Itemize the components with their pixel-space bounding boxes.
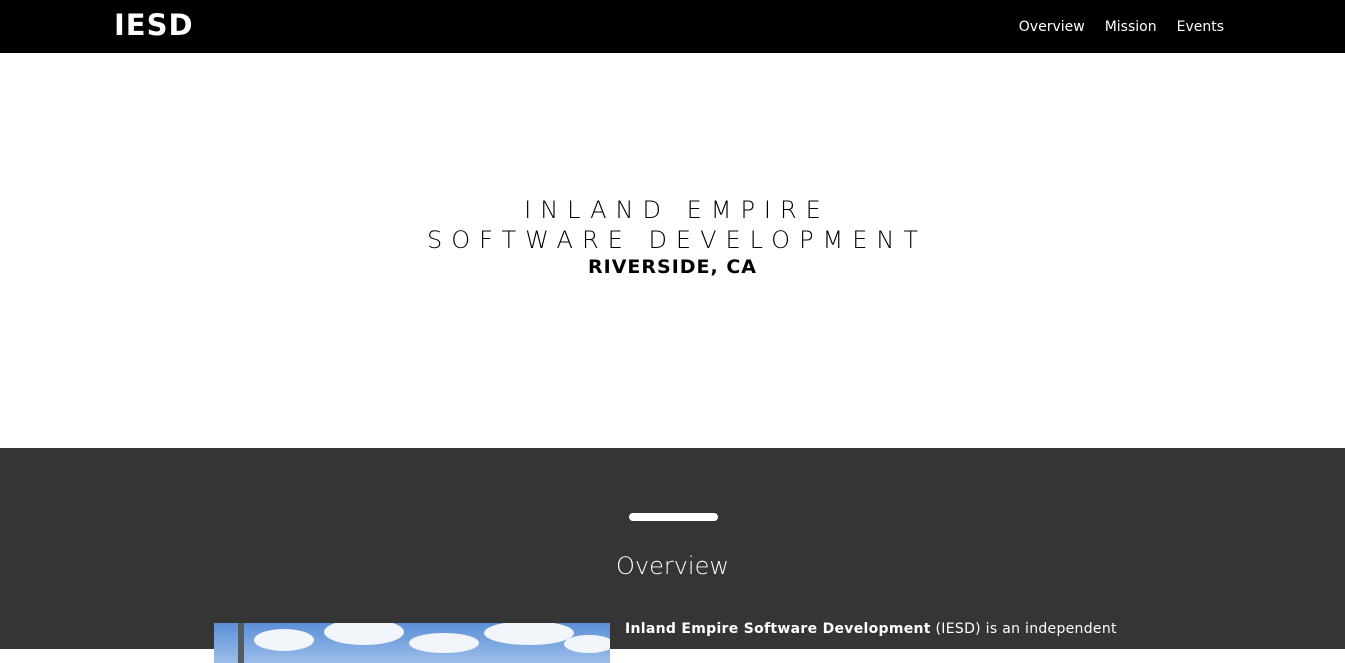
photo-cloud-shape bbox=[409, 633, 479, 653]
section-divider bbox=[629, 513, 718, 521]
overview-org-name: Inland Empire Software Development bbox=[625, 621, 931, 637]
hero-title-line-2: SOFTWARE DEVELOPMENT bbox=[426, 226, 928, 254]
photo-cloud-shape bbox=[484, 623, 574, 645]
photo-cloud-shape bbox=[324, 623, 404, 645]
nav-link-events[interactable]: Events bbox=[1177, 18, 1224, 36]
hero-title: INLAND EMPIRE SOFTWARE DEVELOPMENT RIVER… bbox=[0, 195, 1345, 279]
top-navbar: IESD Overview Mission Events bbox=[0, 0, 1345, 53]
overview-section: Overview Inland Empire Software Developm… bbox=[0, 448, 1345, 663]
hero-section: INLAND EMPIRE SOFTWARE DEVELOPMENT RIVER… bbox=[0, 53, 1345, 448]
nav-link-overview[interactable]: Overview bbox=[1019, 18, 1085, 36]
overview-photo bbox=[214, 623, 610, 663]
nav-link-mission[interactable]: Mission bbox=[1105, 18, 1157, 36]
hero-location: RIVERSIDE, CA bbox=[588, 256, 757, 278]
photo-cloud-shape bbox=[254, 629, 314, 651]
overview-paragraph: Inland Empire Software Development (IESD… bbox=[625, 618, 1125, 640]
photo-pole-shape bbox=[238, 623, 244, 663]
overview-heading: Overview bbox=[616, 552, 729, 580]
hero-title-line-1: INLAND EMPIRE bbox=[524, 196, 830, 224]
photo-cloud-shape bbox=[564, 635, 610, 653]
site-logo[interactable]: IESD bbox=[114, 8, 194, 42]
main-nav: Overview Mission Events bbox=[1019, 0, 1224, 53]
overview-intro-text: (IESD) is an independent bbox=[930, 621, 1117, 637]
